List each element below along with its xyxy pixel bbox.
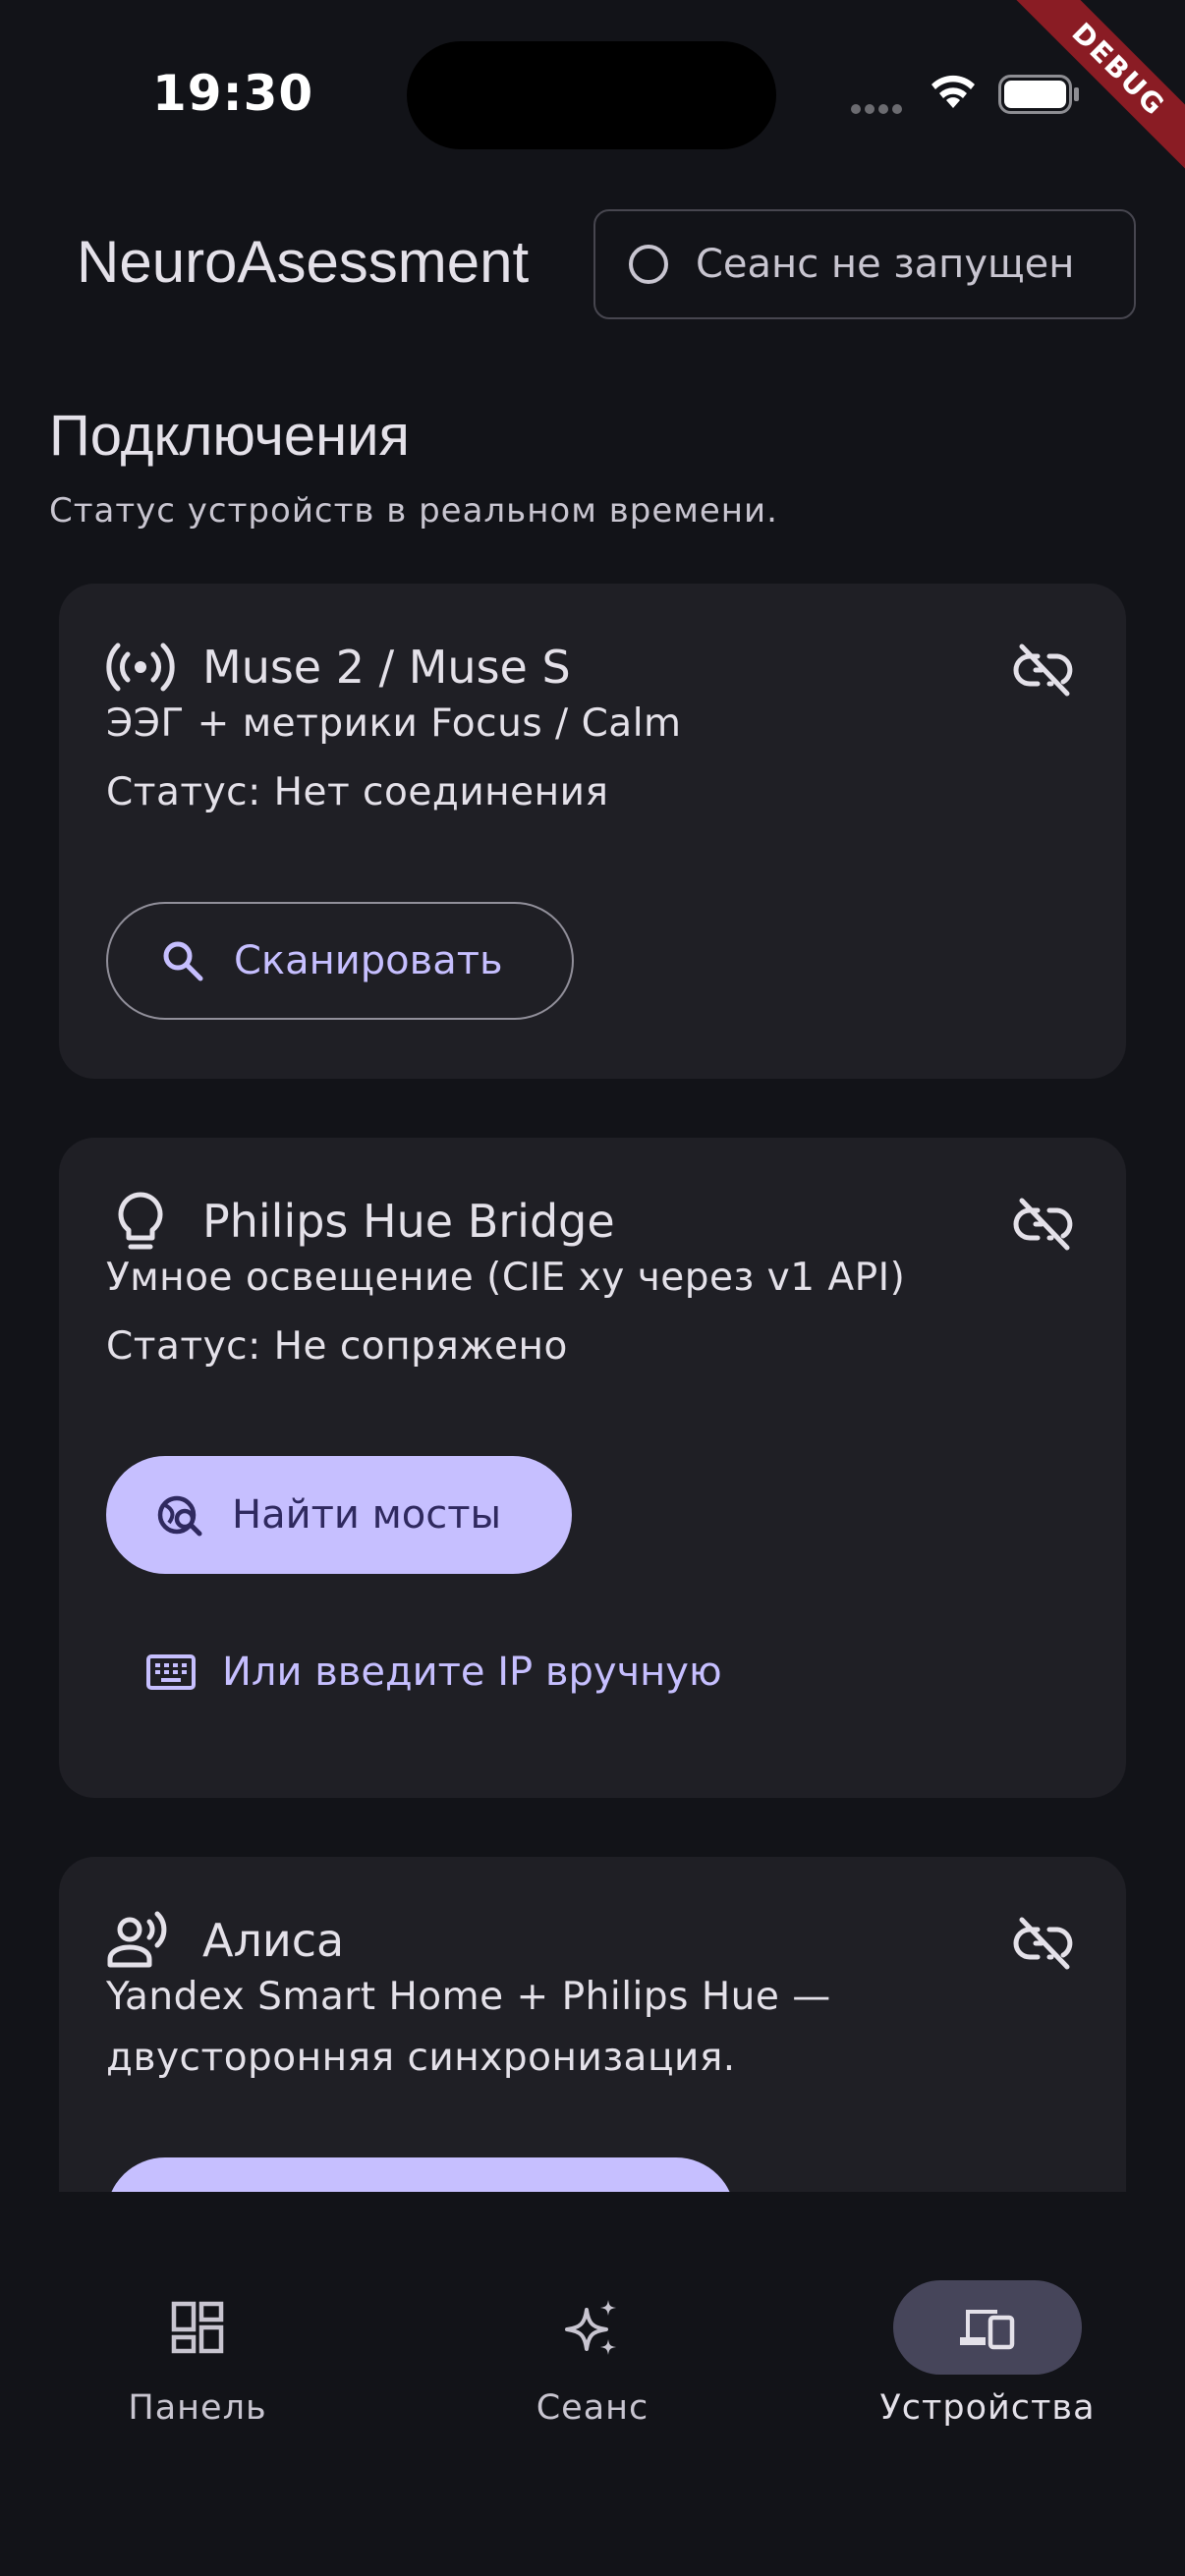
device-card-muse: Muse 2 / Muse S ЭЭГ + метрики Focus / Ca… (59, 584, 1126, 1079)
card-status: Статус: Не сопряжено (106, 1324, 568, 1369)
nav-item-dashboard[interactable]: Панель (50, 2280, 345, 2428)
card-description: Умное освещение (CIE xy через v1 API) (106, 1256, 906, 1300)
card-description-line: двусторонняя синхронизация. (106, 2036, 736, 2080)
card-title: Philips Hue Bridge (202, 1195, 615, 1248)
lightbulb-icon (118, 1192, 163, 1250)
scan-button-label: Сканировать (234, 938, 503, 983)
status-time: 19:30 (152, 65, 314, 122)
nav-item-devices[interactable]: Устройства (840, 2280, 1135, 2428)
voice-person-icon (107, 1911, 167, 1968)
card-header: Muse 2 / Muse S (106, 633, 571, 701)
device-card-hue: Philips Hue Bridge Умное освещение (CIE … (59, 1138, 1126, 1798)
signal-dots-icon (851, 104, 902, 114)
app-title: NeuroAsessment (77, 229, 530, 295)
page-title: Подключения (49, 404, 410, 468)
link-off-icon (1013, 1917, 1073, 1970)
card-description: ЭЭГ + метрики Focus / Calm (106, 701, 682, 746)
nav-label: Устройства (879, 2388, 1096, 2428)
manual-ip-button[interactable]: Или введите IP вручную (145, 1628, 722, 1716)
device-card-alice: Алиса Yandex Smart Home + Philips Hue — … (59, 1857, 1126, 2192)
devices-icon (960, 2310, 1015, 2350)
sensors-icon (106, 643, 175, 692)
card-description-line: Yandex Smart Home + Philips Hue — (106, 1975, 831, 2019)
nav-item-session[interactable]: Сеанс (445, 2280, 740, 2428)
session-status-chip[interactable]: Сеанс не запущен (593, 209, 1136, 319)
status-bar: 19:30 DEBUG (0, 0, 1185, 187)
radio-unchecked-icon (629, 245, 668, 284)
card-status: Статус: Нет соединения (106, 770, 609, 814)
bottom-navigation: Панель Сеанс Устройства (0, 2192, 1185, 2576)
find-bridges-button[interactable]: Найти мосты (106, 1456, 573, 1574)
nav-label: Сеанс (536, 2388, 649, 2428)
keyboard-icon (146, 1654, 196, 1690)
devices-list[interactable]: Muse 2 / Muse S ЭЭГ + метрики Focus / Ca… (0, 550, 1185, 2192)
sparkle-icon (565, 2300, 616, 2355)
alice-action-button[interactable] (106, 2157, 735, 2192)
dashboard-icon (171, 2301, 224, 2354)
travel-explore-icon (157, 1495, 202, 1537)
card-title: Алиса (202, 1914, 345, 1967)
card-header: Philips Hue Bridge (106, 1187, 615, 1256)
card-header: Алиса (106, 1906, 344, 1975)
nav-pill (498, 2280, 687, 2375)
search-icon (163, 941, 203, 981)
nav-pill (103, 2280, 292, 2375)
dynamic-island (407, 41, 776, 149)
nav-pill-active (893, 2280, 1082, 2375)
link-off-icon (1013, 1198, 1073, 1251)
wifi-icon (931, 75, 975, 108)
find-bridges-button-label: Найти мосты (232, 1492, 502, 1538)
nav-label: Панель (128, 2388, 267, 2428)
scan-button[interactable]: Сканировать (106, 902, 574, 1020)
page-subtitle: Статус устройств в реальном времени. (49, 491, 778, 531)
session-chip-label: Сеанс не запущен (696, 242, 1075, 287)
debug-ribbon: DEBUG (998, 0, 1185, 187)
card-description: Yandex Smart Home + Philips Hue — двусто… (106, 1967, 831, 2089)
link-off-icon (1013, 644, 1073, 697)
debug-label: DEBUG (998, 0, 1185, 187)
card-title: Muse 2 / Muse S (202, 641, 571, 694)
manual-ip-button-label: Или введите IP вручную (222, 1650, 722, 1695)
